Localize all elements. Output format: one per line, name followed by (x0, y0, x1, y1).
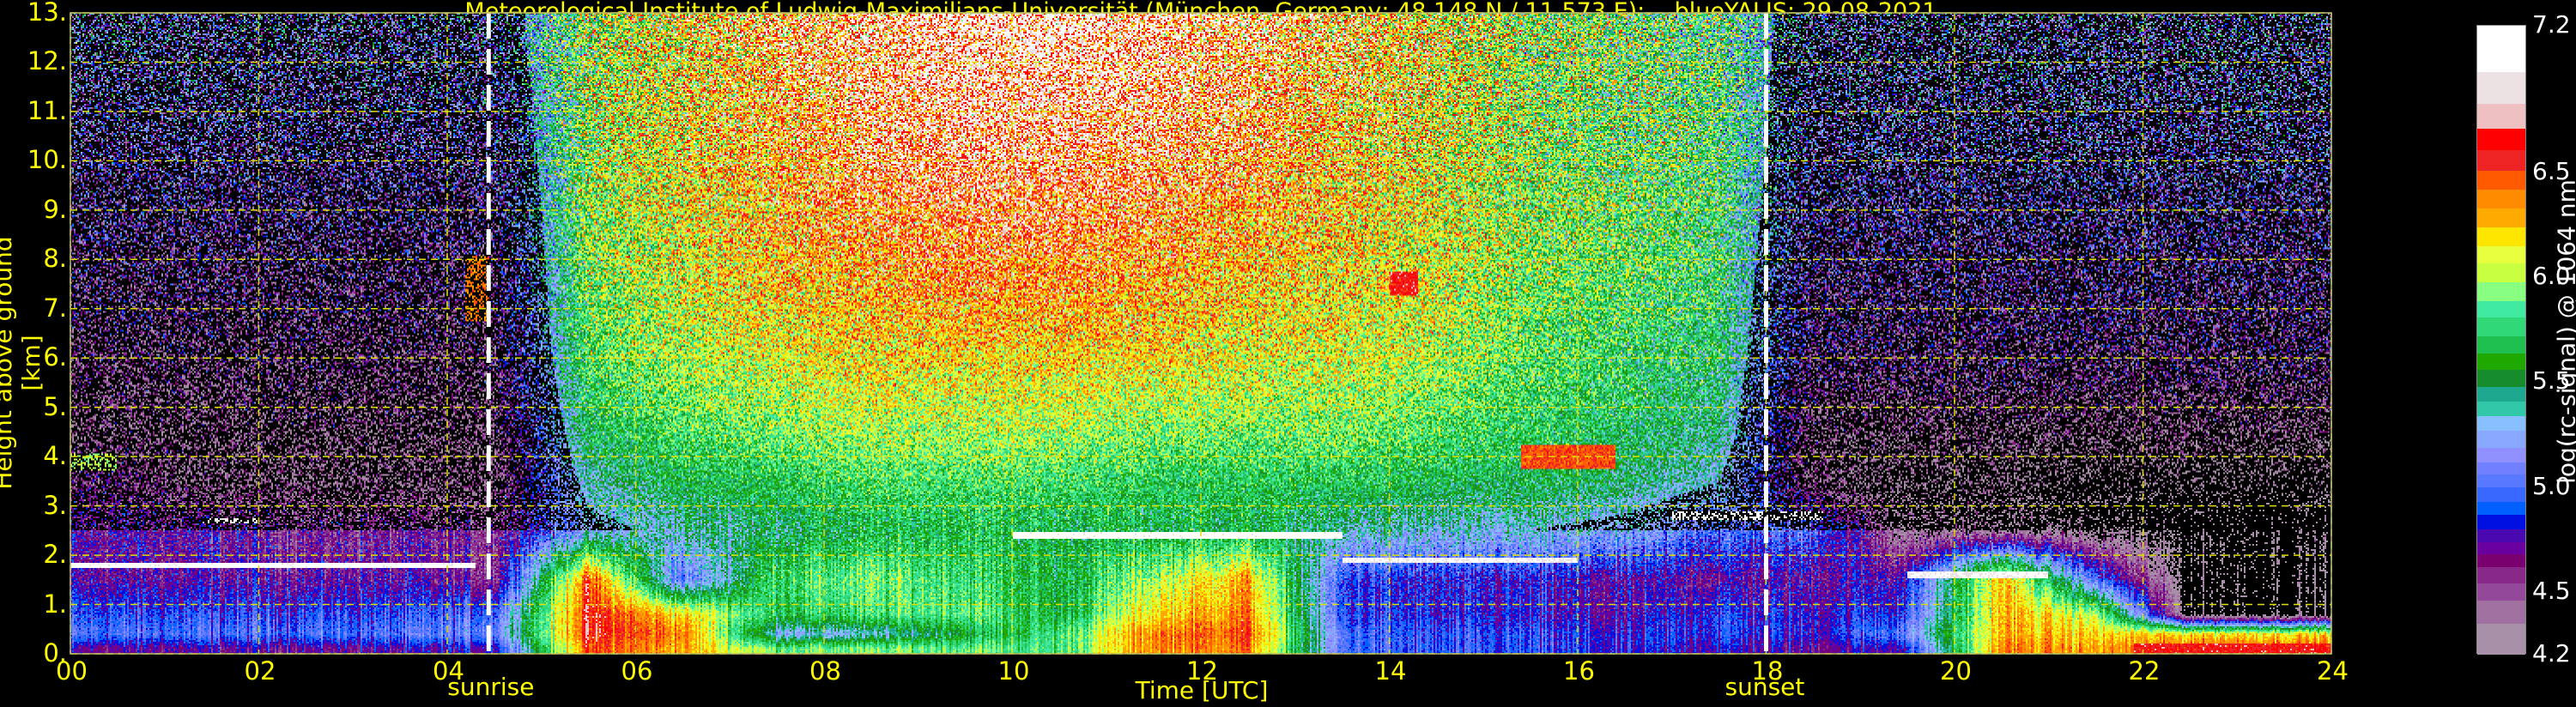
colorbar-segment (2477, 514, 2525, 529)
y-tick-label: 12. (27, 46, 67, 76)
y-tick-label: 10. (27, 145, 67, 175)
colorbar-segment (2477, 128, 2525, 150)
colorbar-segment (2477, 401, 2525, 416)
x-tick-label: 16 (1563, 656, 1595, 686)
event-label-sunrise: sunrise (447, 673, 535, 701)
colorbar-tick-label: 7.2 (2532, 10, 2571, 39)
x-tick-label: 22 (2128, 656, 2161, 686)
colorbar (2476, 25, 2526, 656)
colorbar-segment (2477, 566, 2525, 584)
colorbar-segment (2477, 600, 2525, 624)
colorbar-segment (2477, 71, 2525, 104)
colorbar-segment (2477, 486, 2525, 503)
colorbar-segment (2477, 317, 2525, 337)
colorbar-segment (2477, 335, 2525, 354)
colorbar-segment (2477, 170, 2525, 190)
colorbar-segment (2477, 149, 2525, 172)
x-tick-label: 20 (1940, 656, 1972, 686)
y-tick-label: 13. (27, 0, 67, 27)
colorbar-tick-label: 4.2 (2532, 639, 2571, 668)
x-tick-label: 24 (2317, 656, 2349, 686)
y-tick-label: 5. (43, 391, 67, 421)
colorbar-segment (2477, 541, 2525, 555)
x-tick-label: 08 (809, 656, 841, 686)
x-axis-label: Time [UTC] (1135, 676, 1269, 704)
colorbar-segment (2477, 227, 2525, 247)
colorbar-segment (2477, 447, 2525, 462)
plot-area (70, 12, 2332, 655)
x-tick-label: 00 (56, 656, 88, 686)
colorbar-segment (2477, 553, 2525, 567)
y-tick-label: 9. (43, 194, 67, 224)
y-tick-label: 4. (43, 441, 67, 471)
colorbar-segment (2477, 353, 2525, 371)
colorbar-segment (2477, 26, 2525, 73)
x-tick-label: 06 (621, 656, 653, 686)
colorbar-segment (2477, 386, 2525, 402)
colorbar-segment (2477, 623, 2525, 656)
colorbar-segment (2477, 430, 2525, 448)
y-tick-label: 3. (43, 490, 67, 520)
colorbar-segment (2477, 263, 2525, 282)
y-axis-label: Height above ground [km] (0, 236, 45, 490)
event-label-sunset: sunset (1724, 673, 1805, 701)
colorbar-segment (2477, 208, 2525, 228)
x-tick-label: 02 (244, 656, 276, 686)
colorbar-segment (2477, 462, 2525, 475)
y-tick-label: 2. (43, 540, 67, 570)
colorbar-segment (2477, 583, 2525, 601)
y-tick-label: 1. (43, 589, 67, 619)
colorbar-label: log(rc-signal) @ 1064 nm (2552, 179, 2576, 484)
y-tick-label: 8. (43, 244, 67, 274)
y-tick-label: 7. (43, 293, 67, 323)
colorbar-segment (2477, 529, 2525, 542)
colorbar-segment (2477, 474, 2525, 488)
colorbar-segment (2477, 369, 2525, 387)
colorbar-segment (2477, 245, 2525, 263)
colorbar-segment (2477, 103, 2525, 130)
colorbar-segment (2477, 300, 2525, 318)
colorbar-segment (2477, 189, 2525, 209)
y-tick-label: 6. (43, 342, 67, 372)
y-tick-label: 11. (27, 95, 67, 125)
colorbar-segment (2477, 415, 2525, 432)
grid-overlay (70, 12, 2332, 655)
x-tick-label: 10 (997, 656, 1030, 686)
x-tick-label: 14 (1374, 656, 1407, 686)
colorbar-tick-label: 4.5 (2532, 576, 2571, 605)
colorbar-segment (2477, 501, 2525, 515)
colorbar-segment (2477, 281, 2525, 301)
